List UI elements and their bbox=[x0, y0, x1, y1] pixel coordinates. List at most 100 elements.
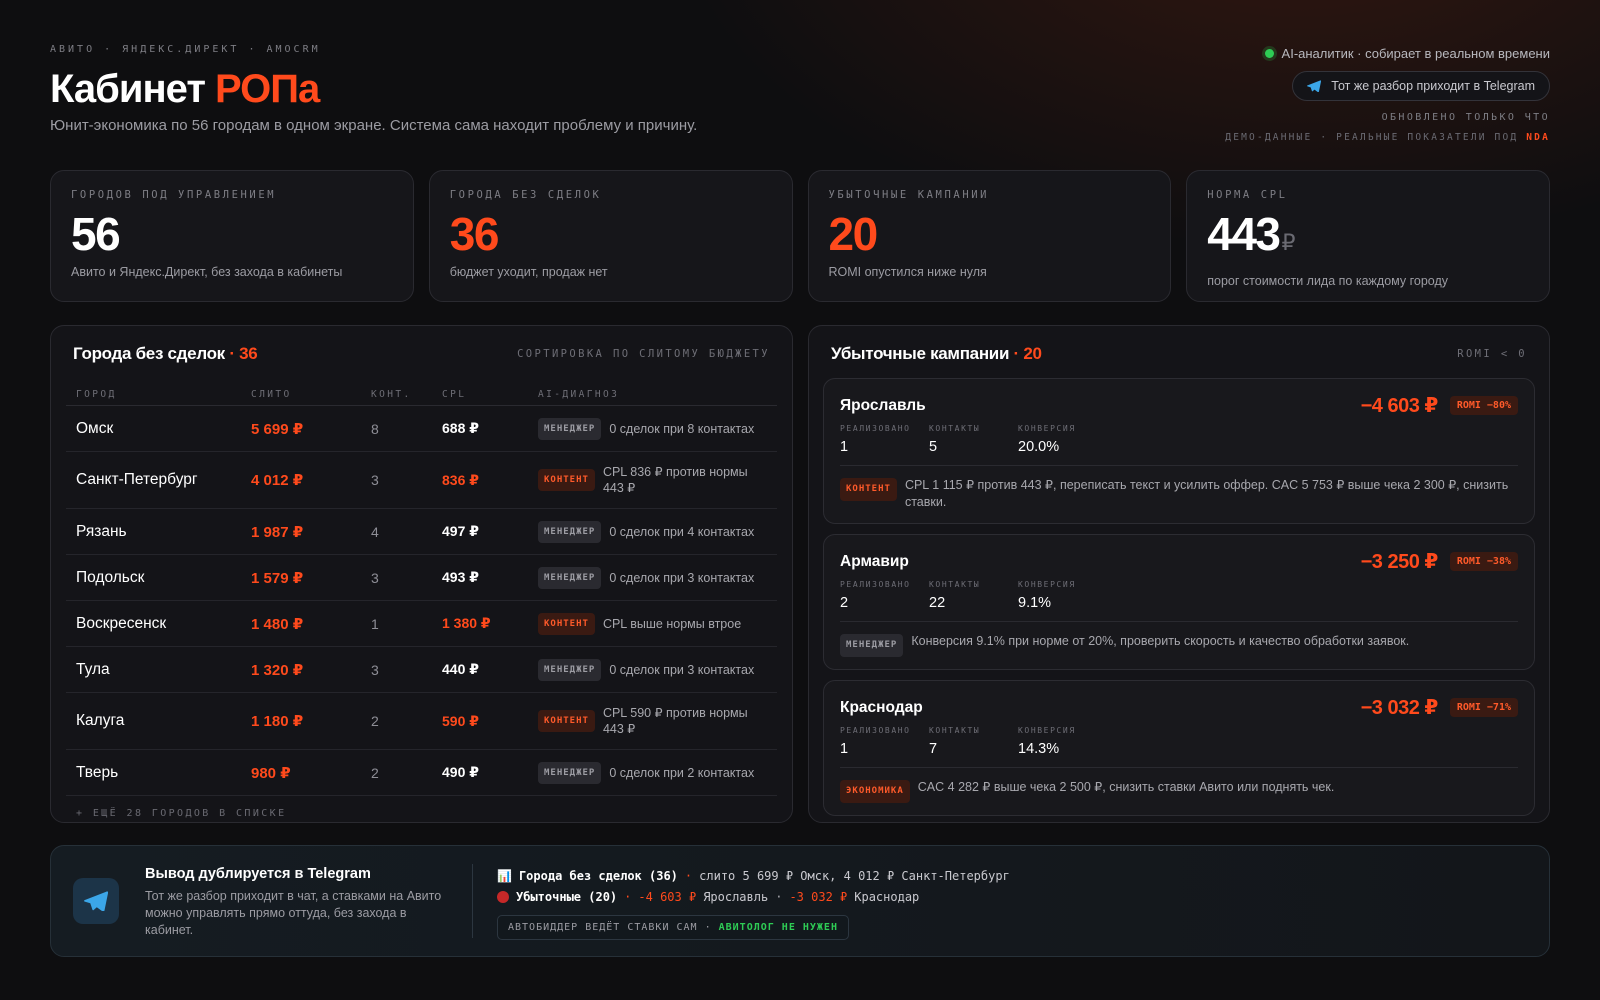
stat-value: 2 bbox=[840, 595, 849, 611]
diagnosis-text: 0 сделок при 4 контактах bbox=[609, 524, 755, 539]
diagnosis-text: CPL 590 ₽ против нормы 443 ₽ bbox=[602, 706, 748, 736]
campaign-stats: РЕАЛИЗОВАНО 2 КОНТАКТЫ 22 КОНВЕРСИЯ 9.1% bbox=[840, 580, 1518, 622]
stat-value: 20.0% bbox=[1018, 439, 1060, 455]
romi-badge: ROMI −71% bbox=[1449, 698, 1518, 717]
campaign-loss-group: −4 603 ₽ ROMI −80% bbox=[1361, 393, 1518, 418]
spent-value: 4 012 ₽ bbox=[251, 472, 304, 489]
col-spent[interactable]: СЛИТО bbox=[251, 389, 371, 400]
diagnosis-badge: МЕНЕДЖЕР bbox=[538, 417, 602, 440]
diagnosis-text: 0 сделок при 8 контактах bbox=[609, 421, 755, 436]
preview-line-no-deals: 📊 Города без сделок (36) · слито 5 699 ₽… bbox=[497, 865, 1010, 886]
stat-value: 22 bbox=[929, 595, 946, 611]
col-cpl[interactable]: CPL bbox=[442, 389, 538, 400]
table-row[interactable]: Тверь 980 ₽ 2 490 ₽ МЕНЕДЖЕР 0 сделок при 2 к… bbox=[66, 750, 777, 796]
red-circle-icon bbox=[497, 890, 509, 903]
campaign-note: ЭКОНОМИКА CAC 4 282 ₽ выше чека 2 500 ₽, … bbox=[840, 779, 1518, 803]
more-cities-link[interactable]: + ЕЩЁ 28 ГОРОДОВ В СПИСКЕ bbox=[51, 796, 792, 822]
diagnosis-badge: МЕНЕДЖЕР bbox=[538, 520, 602, 543]
stat-label: КОНТАКТЫ bbox=[929, 726, 981, 735]
updated-label: ОБНОВЛЕНО ТОЛЬКО ЧТО bbox=[1381, 112, 1550, 123]
stat-realized: РЕАЛИЗОВАНО 1 bbox=[840, 726, 909, 757]
campaign-loss: −3 250 ₽ bbox=[1360, 551, 1439, 573]
cpl-value: 497 ₽ bbox=[442, 523, 479, 539]
telegram-preview: 📊 Города без сделок (36) · слито 5 699 ₽… bbox=[497, 865, 1010, 940]
campaign-city: Армавир bbox=[840, 552, 909, 570]
note-text: Конверсия 9.1% при норме от 20%, провери… bbox=[911, 634, 1410, 648]
table-header: ГОРОД СЛИТО КОНТ. CPL AI-ДИАГНОЗ bbox=[66, 384, 777, 406]
kpi-value: 36 bbox=[449, 208, 500, 260]
stat-label: РЕАЛИЗОВАНО bbox=[840, 726, 911, 735]
diagnosis-badge: ЭКОНОМИКА bbox=[840, 780, 910, 803]
romi-badge: ROMI −80% bbox=[1449, 396, 1518, 415]
stat-label: КОНТАКТЫ bbox=[929, 580, 981, 589]
col-city[interactable]: ГОРОД bbox=[76, 389, 251, 400]
panel-header: Убыточные кампании · 20 ROMI < 0 bbox=[809, 326, 1549, 364]
cpl-value: 1 380 ₽ bbox=[442, 615, 491, 631]
contacts-value: 3 bbox=[371, 661, 379, 678]
table-row[interactable]: Тула 1 320 ₽ 3 440 ₽ МЕНЕДЖЕР 0 сделок при 3 … bbox=[66, 647, 777, 693]
ai-diagnosis: МЕНЕДЖЕР 0 сделок при 3 контактах bbox=[538, 566, 767, 589]
sort-hint[interactable]: СОРТИРОВКА ПО СЛИТОМУ БЮДЖЕТУ bbox=[517, 348, 770, 360]
cpl-value: 493 ₽ bbox=[442, 569, 479, 585]
campaign-header: Краснодар −3 032 ₽ ROMI −71% bbox=[840, 695, 1518, 720]
footer-title: Вывод дублируется в Telegram bbox=[145, 866, 371, 882]
preview-line-losing: Убыточные (20) · -4 603 ₽ Ярославль · -3… bbox=[497, 886, 1010, 907]
campaign-card[interactable]: Армавир −3 250 ₽ ROMI −38% РЕАЛИЗОВАНО 2 КОНТ… bbox=[823, 534, 1535, 670]
cpl-value: 590 ₽ bbox=[442, 712, 479, 729]
romi-hint: ROMI < 0 bbox=[1457, 348, 1527, 360]
cpl-value: 688 ₽ bbox=[442, 420, 479, 436]
kpi-desc: бюджет уходит, продаж нет bbox=[449, 265, 608, 279]
kpi-desc: порог стоимости лида по каждому городу bbox=[1207, 274, 1449, 288]
panel-title: Города без сделок · 36 bbox=[73, 344, 258, 364]
stat-value: 9.1% bbox=[1018, 595, 1052, 611]
preview-city: Краснодар bbox=[854, 889, 920, 904]
panel-title: Убыточные кампании · 20 bbox=[831, 344, 1042, 364]
table-row[interactable]: Омск 5 699 ₽ 8 688 ₽ МЕНЕДЖЕР 0 сделок при 8 … bbox=[66, 406, 777, 452]
contacts-value: 2 bbox=[371, 764, 379, 781]
col-contacts[interactable]: КОНТ. bbox=[371, 389, 442, 400]
table-row[interactable]: Подольск 1 579 ₽ 3 493 ₽ МЕНЕДЖЕР 0 сделок пр… bbox=[66, 555, 777, 601]
panel-count: · 36 bbox=[224, 344, 258, 363]
city-name: Подольск bbox=[76, 568, 145, 586]
spent-value: 5 699 ₽ bbox=[251, 420, 304, 438]
stat-label: КОНВЕРСИЯ bbox=[1018, 726, 1076, 735]
city-name: Калуга bbox=[76, 712, 125, 729]
demo-note-text: ДЕМО-ДАННЫЕ · РЕАЛЬНЫЕ ПОКАЗАТЕЛИ ПОД bbox=[1225, 132, 1527, 143]
ai-diagnosis: КОНТЕНТ CPL 590 ₽ против нормы 443 ₽ bbox=[538, 705, 767, 737]
table-row[interactable]: Калуга 1 180 ₽ 2 590 ₽ КОНТЕНТ CPL 590 ₽ прот… bbox=[66, 693, 777, 750]
diagnosis-badge: МЕНЕДЖЕР bbox=[538, 658, 602, 681]
table-row[interactable]: Воскресенск 1 480 ₽ 1 1 380 ₽ КОНТЕНТ CPL выш… bbox=[66, 601, 777, 647]
no-deals-table: ГОРОД СЛИТО КОНТ. CPL AI-ДИАГНОЗ Омск 5 6… bbox=[66, 384, 777, 796]
campaign-note: КОНТЕНТ CPL 1 115 ₽ против 443 ₽, перепис… bbox=[840, 477, 1518, 511]
page-title-main: Кабинет bbox=[50, 67, 216, 111]
campaign-header: Армавир −3 250 ₽ ROMI −38% bbox=[840, 549, 1518, 574]
spent-value: 1 579 ₽ bbox=[251, 569, 304, 587]
autobidder-pill: АВТОБИДДЕР ВЕДЁТ СТАВКИ САМ · АВИТОЛОГ Н… bbox=[497, 915, 849, 940]
ai-diagnosis: КОНТЕНТ CPL выше нормы втрое bbox=[538, 612, 767, 635]
table-row[interactable]: Рязань 1 987 ₽ 4 497 ₽ МЕНЕДЖЕР 0 сделок при … bbox=[66, 509, 777, 555]
campaign-card[interactable]: Ярославль −4 603 ₽ ROMI −80% РЕАЛИЗОВАНО 1 КО… bbox=[823, 378, 1535, 524]
col-diagnosis[interactable]: AI-ДИАГНОЗ bbox=[538, 387, 767, 403]
diagnosis-text: 0 сделок при 3 контактах bbox=[609, 570, 755, 585]
panel-title-text: Города без сделок bbox=[73, 344, 225, 363]
campaign-stats: РЕАЛИЗОВАНО 1 КОНТАКТЫ 5 КОНВЕРСИЯ 20.0% bbox=[840, 424, 1518, 466]
stat-value: 14.3% bbox=[1018, 741, 1060, 757]
stat-realized: РЕАЛИЗОВАНО 1 bbox=[840, 424, 909, 455]
cpl-value: 440 ₽ bbox=[442, 661, 479, 677]
contacts-value: 3 bbox=[371, 569, 379, 586]
city-name: Санкт-Петербург bbox=[76, 471, 198, 488]
stat-conversion: КОНВЕРСИЯ 14.3% bbox=[1018, 726, 1087, 757]
no-deals-panel: Города без сделок · 36 СОРТИРОВКА ПО СЛИ… bbox=[50, 325, 793, 823]
preview-line-text: слито 5 699 ₽ Омск, 4 012 ₽ Санкт-Петерб… bbox=[699, 868, 1010, 883]
telegram-pill-button[interactable]: Тот же разбор приходит в Telegram bbox=[1292, 71, 1550, 101]
contacts-value: 3 bbox=[371, 472, 379, 488]
table-row[interactable]: Санкт-Петербург 4 012 ₽ 3 836 ₽ КОНТЕНТ CPL 8… bbox=[66, 452, 777, 509]
campaign-card[interactable]: Краснодар −3 032 ₽ ROMI −71% РЕАЛИЗОВАНО 1 КО… bbox=[823, 680, 1535, 816]
diagnosis-text: CPL 836 ₽ против нормы 443 ₽ bbox=[602, 465, 748, 495]
telegram-icon bbox=[73, 878, 119, 924]
chart-icon: 📊 bbox=[497, 868, 512, 883]
preview-sep: · bbox=[775, 889, 783, 904]
stat-label: КОНВЕРСИЯ bbox=[1018, 424, 1076, 433]
live-dot-icon bbox=[1264, 49, 1274, 58]
stat-value: 7 bbox=[929, 741, 938, 757]
